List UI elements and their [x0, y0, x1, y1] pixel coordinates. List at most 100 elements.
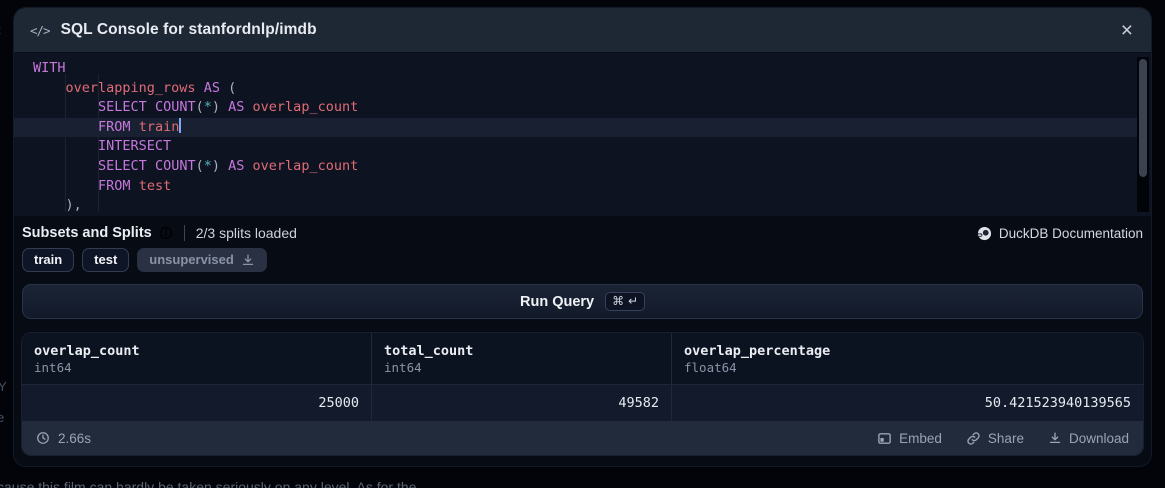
- results-data-row: 250004958250.421523940139565: [22, 384, 1143, 421]
- text-cursor: [179, 118, 181, 133]
- duckdb-documentation-link[interactable]: DuckDB Documentation: [977, 226, 1143, 241]
- code-line: SELECT COUNT(*) AS overlap_count: [14, 98, 1137, 118]
- download-icon: [1048, 431, 1062, 445]
- subsets-heading: Subsets and Splits: [22, 225, 152, 241]
- subsets-row: Subsets and Splits 2/3 splits loaded Duc…: [22, 225, 1143, 241]
- editor-scrollbar-track[interactable]: [1137, 57, 1149, 212]
- code-token: overlap_count: [253, 158, 359, 174]
- code-token: FROM: [98, 119, 131, 135]
- code-line: WITH: [14, 59, 1137, 79]
- code-token: [33, 80, 66, 96]
- code-token: ): [212, 158, 228, 174]
- code-token: WITH: [33, 60, 66, 76]
- split-chip-test[interactable]: test: [82, 248, 129, 272]
- code-line: ),: [14, 196, 1137, 216]
- share-button[interactable]: Share: [966, 431, 1024, 446]
- run-query-button[interactable]: Run Query ⌘ ↵: [22, 284, 1143, 319]
- split-chips-row: train test unsupervised: [22, 248, 1143, 272]
- code-token: [33, 119, 98, 135]
- duckdb-documentation-label: DuckDB Documentation: [999, 226, 1143, 241]
- column-name: overlap_count: [34, 343, 359, 359]
- code-area[interactable]: WITH overlapping_rows AS ( SELECT COUNT(…: [14, 59, 1137, 216]
- results-panel: overlap_countint64total_countint64overla…: [22, 333, 1143, 455]
- code-line: SELECT COUNT(*) AS overlap_count: [14, 157, 1137, 177]
- code-token: [196, 80, 204, 96]
- code-token: [33, 138, 98, 154]
- code-token: AS: [228, 158, 244, 174]
- code-token: (: [196, 158, 204, 174]
- code-token: test: [139, 178, 172, 194]
- code-token: [33, 158, 98, 174]
- column-name: overlap_percentage: [684, 343, 1131, 359]
- page-background: cause this film can hardly be taken seri…: [0, 0, 1165, 488]
- splits-loaded-status: 2/3 splits loaded: [196, 225, 297, 241]
- code-token: *: [204, 158, 212, 174]
- sql-console-modal: </> SQL Console for stanfordnlp/imdb × W…: [14, 8, 1151, 466]
- embed-icon: [877, 431, 892, 446]
- code-token: [33, 99, 98, 115]
- split-chip-label: unsupervised: [149, 252, 234, 267]
- code-token: SELECT: [98, 158, 147, 174]
- duckdb-icon: [977, 226, 992, 241]
- column-header-total_count: total_countint64: [371, 333, 671, 384]
- results-footer: 2.66s Embed Share Download: [22, 421, 1143, 455]
- column-header-overlap_percentage: overlap_percentagefloat64: [671, 333, 1143, 384]
- info-icon[interactable]: [159, 226, 173, 240]
- code-token: ),: [33, 197, 82, 213]
- action-label: Download: [1069, 431, 1129, 446]
- column-header-overlap_count: overlap_countint64: [22, 333, 371, 384]
- modal-title: SQL Console for stanfordnlp/imdb: [61, 21, 317, 39]
- divider: [184, 225, 185, 241]
- code-token: [244, 99, 252, 115]
- download-button[interactable]: Download: [1048, 431, 1129, 446]
- cell-overlap_count: 25000: [22, 385, 371, 421]
- code-token: [147, 99, 155, 115]
- code-line: FROM train: [14, 118, 1137, 138]
- code-token: AS: [204, 80, 220, 96]
- code-token: SELECT: [98, 99, 147, 115]
- sql-editor[interactable]: WITH overlapping_rows AS ( SELECT COUNT(…: [14, 53, 1151, 216]
- code-token: COUNT: [155, 158, 196, 174]
- query-duration-value: 2.66s: [58, 431, 91, 446]
- cell-overlap_percentage: 50.421523940139565: [671, 385, 1143, 421]
- code-token: [147, 158, 155, 174]
- code-token: train: [139, 119, 180, 135]
- code-token: FROM: [98, 178, 131, 194]
- modal-body: Subsets and Splits 2/3 splits loaded Duc…: [14, 216, 1151, 466]
- embed-button[interactable]: Embed: [877, 431, 942, 446]
- code-line: overlapping_rows AS (: [14, 79, 1137, 99]
- code-token: AS: [228, 99, 244, 115]
- code-token: INTERSECT: [98, 138, 171, 154]
- code-token: ): [212, 99, 228, 115]
- close-icon[interactable]: ×: [1119, 20, 1135, 41]
- results-header-row: overlap_countint64total_countint64overla…: [22, 333, 1143, 384]
- code-line: INTERSECT: [14, 137, 1137, 157]
- split-chip-unsupervised[interactable]: unsupervised: [137, 248, 267, 272]
- split-chip-label: train: [34, 252, 62, 267]
- code-token: (: [196, 99, 204, 115]
- cell-total_count: 49582: [371, 385, 671, 421]
- column-dtype: float64: [684, 360, 1131, 375]
- code-token: *: [204, 99, 212, 115]
- modal-titlebar: </> SQL Console for stanfordnlp/imdb ×: [14, 8, 1151, 53]
- background-text-fragment: Y: [0, 379, 7, 394]
- clock-icon: [36, 431, 50, 445]
- code-token: overlapping_rows: [66, 80, 196, 96]
- background-text-fragment: e: [0, 410, 4, 425]
- code-token: COUNT: [155, 99, 196, 115]
- column-dtype: int64: [384, 360, 659, 375]
- column-name: total_count: [384, 343, 659, 359]
- split-chip-train[interactable]: train: [22, 248, 74, 272]
- code-token: [131, 119, 139, 135]
- footer-actions: Embed Share Download: [877, 431, 1129, 446]
- action-label: Embed: [899, 431, 942, 446]
- download-icon: [241, 253, 255, 267]
- code-token: [131, 178, 139, 194]
- action-label: Share: [988, 431, 1024, 446]
- editor-scrollbar-thumb[interactable]: [1139, 59, 1147, 177]
- code-token: (: [220, 80, 236, 96]
- code-icon: </>: [30, 23, 50, 38]
- code-token: [33, 178, 98, 194]
- background-clipped-text: cause this film can hardly be taken seri…: [0, 479, 416, 488]
- query-duration: 2.66s: [36, 431, 91, 446]
